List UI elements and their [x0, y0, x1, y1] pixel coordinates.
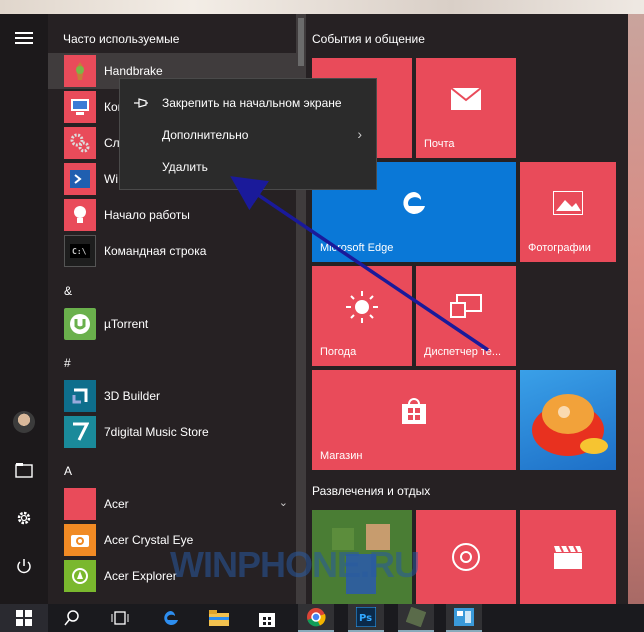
candy-crush-art — [532, 394, 608, 456]
app-item-3d-builder[interactable]: 3D Builder — [48, 378, 296, 414]
acer-folder-icon — [64, 488, 96, 520]
3d-builder-icon — [64, 380, 96, 412]
taskbar: Ps — [0, 604, 644, 632]
chrome-taskbar-icon[interactable] — [298, 604, 334, 632]
tile-label: Фотографии — [528, 242, 591, 254]
svg-text:C:\: C:\ — [72, 247, 87, 256]
section-letter-amp[interactable]: & — [64, 284, 72, 298]
app-label: Wi — [104, 172, 118, 186]
file-explorer-icon[interactable] — [0, 450, 48, 490]
settings-gear-icon[interactable] — [0, 498, 48, 538]
tile-movies-tv[interactable] — [520, 510, 616, 604]
acer-explorer-icon — [64, 560, 96, 592]
tile-group-header-1[interactable]: События и общение — [312, 32, 425, 46]
user-avatar[interactable] — [0, 402, 48, 442]
app-label: µTorrent — [104, 317, 149, 331]
app-label: Acer Explorer — [104, 569, 177, 583]
tile-photos[interactable]: Фотографии — [520, 162, 616, 262]
sun-icon — [312, 266, 412, 348]
7digital-icon — [64, 416, 96, 448]
groove-disc-icon — [416, 510, 516, 604]
pin-to-start-menu-item[interactable]: Закрепить на начальном экране — [120, 87, 376, 119]
task-manager-icon — [416, 266, 516, 348]
chevron-right-icon: › — [357, 126, 362, 142]
tile-store[interactable]: Магазин — [312, 370, 516, 470]
app-item-cmd[interactable]: C:\ Командная строка — [48, 233, 296, 269]
watermark: WINPHONE.RU — [170, 544, 420, 585]
tile-label: Microsoft Edge — [320, 242, 394, 254]
more-menu-item[interactable]: Дополнительно › — [120, 119, 376, 151]
app-item-get-started[interactable]: Начало работы — [48, 197, 296, 233]
tile-task-manager[interactable]: Диспетчер те... — [416, 266, 516, 366]
uninstall-menu-item[interactable]: Удалить — [120, 151, 376, 183]
command-prompt-icon: C:\ — [64, 235, 96, 267]
windows-logo-icon — [16, 610, 32, 626]
lightbulb-icon — [64, 199, 96, 231]
app-label: Handbrake — [104, 64, 163, 78]
utorrent-icon — [64, 308, 96, 340]
scrollbar-thumb[interactable] — [298, 18, 304, 66]
menu-item-label: Дополнительно — [162, 128, 249, 142]
photos-icon — [520, 162, 616, 244]
chevron-down-icon[interactable]: ⌄ — [279, 496, 288, 509]
section-letter-a[interactable]: A — [64, 464, 72, 478]
app-taskbar-icon[interactable] — [398, 604, 434, 632]
tile-groove-music[interactable] — [416, 510, 516, 604]
tile-weather[interactable]: Погода — [312, 266, 412, 366]
computer-icon — [64, 91, 96, 123]
app-item-7digital[interactable]: 7digital Music Store — [48, 414, 296, 450]
menu-item-label: Удалить — [162, 160, 208, 174]
app-label: 3D Builder — [104, 389, 161, 403]
pin-icon — [120, 98, 162, 108]
app-label: Командная строка — [104, 244, 207, 258]
hamburger-icon[interactable] — [0, 18, 48, 58]
edge-taskbar-icon[interactable] — [154, 604, 188, 632]
store-bag-icon — [312, 370, 516, 452]
tile-candy-crush[interactable] — [520, 370, 616, 470]
mail-envelope-icon — [416, 58, 516, 140]
most-used-header: Часто используемые — [63, 32, 180, 46]
search-icon[interactable] — [56, 604, 88, 632]
section-letter-hash[interactable]: # — [64, 356, 71, 370]
file-explorer-taskbar-icon[interactable] — [202, 604, 236, 632]
svg-text:Ps: Ps — [359, 613, 372, 624]
tile-group-header-2[interactable]: Развлечения и отдых — [312, 484, 430, 498]
powershell-icon — [64, 163, 96, 195]
app-item-acer[interactable]: Acer ⌄ — [48, 486, 296, 522]
desktop-background-right — [628, 14, 644, 604]
tile-label: Магазин — [320, 450, 363, 462]
context-menu: Закрепить на начальном экране Дополнител… — [119, 78, 377, 190]
desktop-background — [0, 0, 644, 14]
tile-label: Диспетчер те... — [424, 346, 502, 358]
camera-icon — [64, 524, 96, 556]
control-panel-taskbar-icon[interactable] — [446, 604, 482, 632]
menu-item-label: Закрепить на начальном экране — [162, 96, 342, 110]
photoshop-taskbar-icon[interactable]: Ps — [348, 604, 384, 632]
power-icon[interactable] — [0, 546, 48, 586]
tile-mail[interactable]: Почта — [416, 58, 516, 158]
handbrake-icon — [64, 55, 96, 87]
store-taskbar-icon[interactable] — [250, 604, 284, 632]
app-label: 7digital Music Store — [104, 425, 209, 439]
app-label: Acer — [104, 497, 129, 511]
services-gears-icon — [64, 127, 96, 159]
start-button[interactable] — [0, 604, 48, 632]
tile-label: Почта — [424, 138, 455, 150]
app-item-utorrent[interactable]: µTorrent — [48, 306, 296, 342]
tile-label: Погода — [320, 346, 357, 358]
start-rail — [0, 14, 48, 604]
task-view-icon[interactable] — [104, 604, 136, 632]
app-label: Начало работы — [104, 208, 190, 222]
clapperboard-icon — [520, 510, 616, 604]
